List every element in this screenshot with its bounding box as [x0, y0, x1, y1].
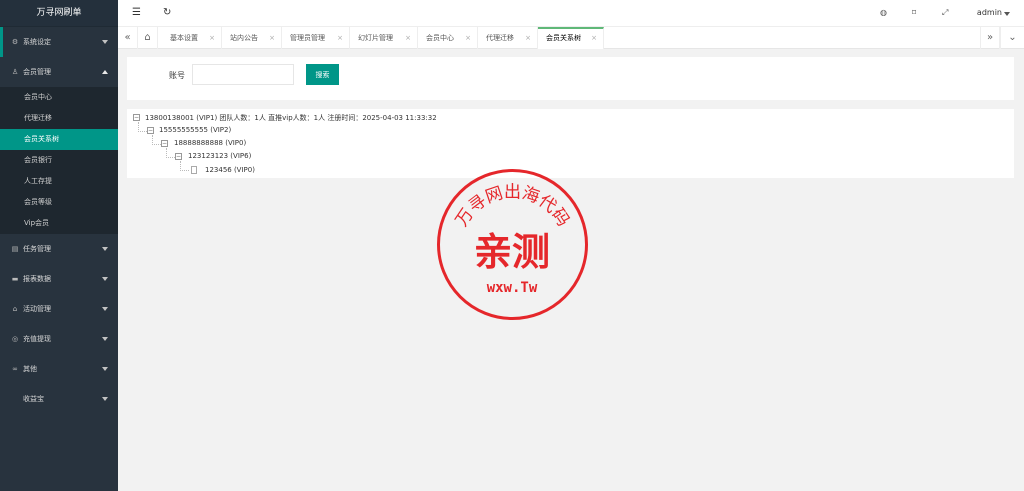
brand-title: 万寻网刷单	[0, 0, 118, 27]
link-icon: ∞	[12, 365, 18, 373]
tree-node[interactable]: 123123123 (VIP6)	[188, 152, 251, 160]
close-icon[interactable]: ×	[465, 27, 471, 49]
theme-icon[interactable]: ◍	[880, 8, 887, 17]
stamp-seal-icon: 万寻网出海代码 亲测 wxw.Tw	[452, 183, 573, 297]
tab-announcements[interactable]: 站内公告 ×	[222, 27, 282, 49]
menu-toggle-icon[interactable]: ☰	[132, 7, 141, 18]
tree-collapse-icon[interactable]: −	[147, 127, 154, 134]
close-icon[interactable]: ×	[405, 27, 411, 49]
chevron-down-icon	[102, 307, 108, 311]
svg-text:万寻网出海代码: 万寻网出海代码	[452, 183, 573, 231]
sidebar-item-label: 报表数据	[23, 275, 51, 283]
sidebar-item-member-level[interactable]: 会员等级	[0, 192, 118, 213]
sidebar-item-label: 系统设定	[23, 38, 51, 46]
tree-node[interactable]: 13800138001 (VIP1) 团队人数：1人 直推vip人数：1人 注册…	[145, 113, 437, 123]
search-button[interactable]: 搜索	[306, 64, 339, 85]
sidebar-item-system-settings[interactable]: ⚙ 系统设定	[0, 27, 118, 57]
home-icon[interactable]: ⌂	[138, 27, 158, 49]
chart-icon: ▬	[11, 275, 19, 283]
chevron-down-icon	[102, 247, 108, 251]
close-icon[interactable]: ×	[525, 27, 531, 49]
chevron-down-icon	[1004, 12, 1010, 16]
gear-icon: ⚙	[11, 38, 19, 46]
close-icon[interactable]: ×	[337, 27, 343, 49]
sidebar-item-member-bank[interactable]: 会员银行	[0, 150, 118, 171]
sidebar-item-other[interactable]: ∞ 其他	[0, 354, 118, 384]
member-tree: − 13800138001 (VIP1) 团队人数：1人 直推vip人数：1人 …	[127, 109, 1014, 178]
close-icon[interactable]: ×	[209, 27, 215, 49]
tree-collapse-icon[interactable]: −	[133, 114, 140, 121]
sidebar-item-label: 任务管理	[23, 245, 51, 253]
tag-icon[interactable]: ⌑	[912, 8, 916, 17]
sidebar-item-recharge-withdraw[interactable]: ◎ 充值提现	[0, 324, 118, 354]
chevron-down-icon	[102, 40, 108, 44]
sidebar-item-label: 其他	[23, 365, 37, 373]
tab-scroll-left-icon[interactable]: «	[118, 27, 138, 49]
gift-icon: ⌂	[12, 305, 18, 313]
user-icon: ♙	[11, 68, 19, 76]
sidebar-item-label: 充值提现	[23, 335, 51, 343]
tab-menu-chevron-icon[interactable]: ⌄	[1000, 27, 1024, 49]
sidebar-item-member-tree[interactable]: 会员关系树	[0, 129, 118, 150]
sidebar-item-manual-deposit[interactable]: 人工存提	[0, 171, 118, 192]
tab-slideshow-management[interactable]: 幻灯片管理 ×	[350, 27, 418, 49]
close-icon[interactable]: ×	[591, 29, 597, 48]
stamp-main-text: 亲测	[474, 229, 550, 274]
tree-collapse-icon[interactable]: −	[175, 153, 182, 160]
sidebar-item-report-data[interactable]: ▬ 报表数据	[0, 264, 118, 294]
chevron-down-icon	[102, 397, 108, 401]
close-icon[interactable]: ×	[269, 27, 275, 49]
search-panel: 账号 搜索	[127, 57, 1014, 100]
fullscreen-icon[interactable]: ⤢	[942, 8, 948, 18]
tab-bar: « ⌂ 基本设置 × 站内公告 × 管理员管理 × 幻灯片管理 × 会员中心 × 代理迁移…	[118, 27, 1024, 49]
file-icon	[191, 166, 197, 174]
sidebar-item-label: 活动管理	[23, 305, 51, 313]
money-icon: ◎	[11, 335, 19, 343]
stamp-watermark: 万寻网出海代码 亲测 wxw.Tw	[437, 169, 588, 320]
account-input[interactable]	[192, 64, 294, 85]
sidebar-item-label: 收益宝	[23, 395, 44, 403]
tab-member-center[interactable]: 会员中心 ×	[418, 27, 478, 49]
chevron-down-icon	[102, 337, 108, 341]
sidebar-item-member-center[interactable]: 会员中心	[0, 87, 118, 108]
tab-basic-settings[interactable]: 基本设置 ×	[162, 27, 222, 49]
stamp-domain-text: wxw.Tw	[487, 280, 538, 296]
chevron-up-icon	[102, 70, 108, 74]
member-submenu: 会员中心 代理迁移 会员关系树 会员银行 人工存提 会员等级 Vip会员	[0, 87, 118, 234]
tab-member-tree[interactable]: 会员关系树 ×	[538, 27, 604, 49]
chevron-down-icon	[102, 367, 108, 371]
account-label: 账号	[169, 71, 185, 80]
nav-group-members: ♙ 会员管理 会员中心 代理迁移 会员关系树 会员银行 人工存提 会员等级 Vi…	[0, 57, 118, 234]
sidebar-item-activity-management[interactable]: ⌂ 活动管理	[0, 294, 118, 324]
nav-group-system: ⚙ 系统设定	[0, 27, 118, 57]
sidebar: 万寻网刷单 ⚙ 系统设定 ♙ 会员管理 会员中心 代理迁移 会员关系树 会员银行…	[0, 0, 118, 491]
refresh-icon[interactable]: ↻	[163, 7, 171, 18]
tab-scroll-right-icon[interactable]: »	[980, 27, 1000, 49]
tree-node[interactable]: 123456 (VIP0)	[205, 166, 255, 174]
sidebar-item-agent-migration[interactable]: 代理迁移	[0, 108, 118, 129]
sidebar-item-earnings[interactable]: 收益宝	[0, 384, 118, 414]
chevron-down-icon	[102, 277, 108, 281]
sidebar-item-member-management[interactable]: ♙ 会员管理	[0, 57, 118, 87]
tree-collapse-icon[interactable]: −	[161, 140, 168, 147]
tree-node[interactable]: 15555555555 (VIP2)	[159, 126, 231, 134]
top-header: ☰ ↻ ◍ ⌑ ⤢ admin	[118, 0, 1024, 27]
stamp-arc-text: 万寻网出海代码	[452, 183, 573, 231]
tab-agent-migration[interactable]: 代理迁移 ×	[478, 27, 538, 49]
sidebar-item-task-management[interactable]: ▤ 任务管理	[0, 234, 118, 264]
tree-node[interactable]: 18888888888 (VIP0)	[174, 139, 246, 147]
user-menu[interactable]: admin	[977, 8, 1002, 17]
tab-admin-management[interactable]: 管理员管理 ×	[282, 27, 350, 49]
list-icon: ▤	[11, 245, 19, 253]
sidebar-item-vip-member[interactable]: Vip会员	[0, 213, 118, 234]
sidebar-item-label: 会员管理	[23, 68, 51, 76]
